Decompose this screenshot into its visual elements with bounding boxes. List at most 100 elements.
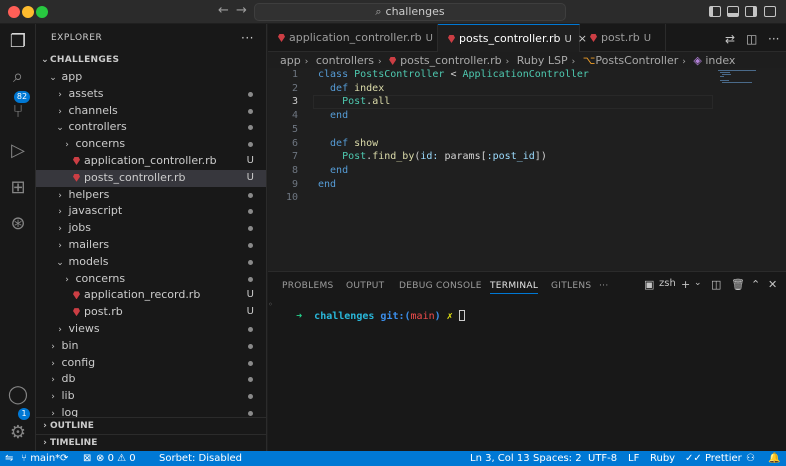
breadcrumb-item[interactable]: posts_controller.rb	[400, 54, 501, 67]
gitlens-icon[interactable]: ⊛	[6, 212, 30, 236]
toggle-panel-icon[interactable]	[727, 6, 739, 17]
run-debug-icon[interactable]: ▷	[6, 139, 30, 163]
modified-dot-icon	[248, 259, 253, 265]
problems-button[interactable]: ⊗ 0 ⚠ 0	[96, 451, 136, 466]
close-window-button[interactable]	[8, 6, 20, 18]
code-line: 8 end	[268, 164, 348, 178]
source-control-icon[interactable]: ⑂	[6, 100, 30, 124]
code-editor[interactable]: 1 class PostsController < ApplicationCont…	[268, 68, 786, 271]
folder-item[interactable]: ⌄ app	[36, 69, 266, 86]
modified-dot-icon	[248, 91, 253, 97]
folder-item[interactable]: › concerns	[36, 136, 266, 153]
cursor-position[interactable]: Ln 3, Col 13	[470, 451, 530, 466]
folder-item[interactable]: › db	[36, 371, 266, 388]
ruby-file-icon	[389, 57, 397, 65]
file-item[interactable]: application_controller.rb U	[36, 153, 266, 170]
trash-icon[interactable]: 🗑	[731, 278, 745, 291]
git-status-badge: U	[246, 171, 254, 183]
outline-section-header[interactable]: › OUTLINE	[36, 417, 267, 434]
folder-item[interactable]: › views	[36, 321, 266, 338]
tab-problems[interactable]: PROBLEMS	[282, 278, 334, 294]
timeline-section-header[interactable]: › TIMELINE	[36, 434, 267, 451]
compare-changes-icon[interactable]: ⇄	[725, 32, 735, 46]
ruby-file-icon	[73, 308, 80, 317]
copilot-icon[interactable]: ⚇	[746, 451, 755, 466]
folder-item[interactable]: › mailers	[36, 237, 266, 254]
folder-item[interactable]: › helpers	[36, 187, 266, 204]
chevron-down-icon[interactable]: ⌄	[694, 278, 702, 288]
search-icon[interactable]: ⌕	[6, 65, 30, 89]
folder-item[interactable]: ⌄ controllers	[36, 119, 266, 136]
git-branch-button[interactable]: ⑂ main*	[21, 451, 60, 466]
forward-arrow-icon[interactable]: →	[236, 3, 247, 18]
ruby-file-icon	[73, 173, 80, 182]
class-symbol-icon: ⌥	[582, 54, 596, 67]
more-actions-icon[interactable]: ···	[241, 24, 254, 52]
remote-icon[interactable]: ⇋	[5, 451, 13, 466]
split-editor-icon[interactable]: ◫	[746, 32, 757, 46]
more-tabs-icon[interactable]: ···	[599, 278, 608, 294]
eol-setting[interactable]: LF	[628, 451, 639, 466]
language-mode[interactable]: Ruby	[650, 451, 675, 466]
chevron-right-icon: ›	[65, 140, 69, 151]
tab-gitlens[interactable]: GITLENS	[551, 278, 591, 294]
folder-item[interactable]: › bin	[36, 338, 266, 355]
back-arrow-icon[interactable]: ←	[218, 3, 229, 18]
minimize-window-button[interactable]	[22, 6, 34, 18]
chevron-right-icon: ›	[51, 392, 55, 403]
manage-gear-icon[interactable]: ⚙	[6, 421, 30, 445]
prettier-status[interactable]: ✓✓ Prettier	[685, 451, 742, 466]
folder-item[interactable]: › javascript	[36, 203, 266, 220]
tab-terminal[interactable]: TERMINAL	[490, 278, 539, 294]
workspace-section-header[interactable]: ⌄CHALLENGES	[36, 52, 266, 69]
folder-item[interactable]: › lib	[36, 388, 266, 405]
breadcrumb-item[interactable]: app	[280, 54, 301, 67]
code-line: 1 class PostsController < ApplicationCont…	[268, 68, 589, 82]
terminal-shell-label[interactable]: zsh	[659, 278, 676, 289]
explorer-icon[interactable]: ❐	[6, 30, 30, 54]
folder-item[interactable]: › channels	[36, 103, 266, 120]
code-line: 2 def index	[268, 82, 384, 96]
encoding-setting[interactable]: UTF-8	[588, 451, 617, 466]
file-item[interactable]: post.rb U	[36, 304, 266, 321]
tab-debug-console[interactable]: DEBUG CONSOLE	[399, 278, 482, 294]
breadcrumb-item[interactable]: index	[705, 54, 735, 67]
split-terminal-icon[interactable]: ◫	[711, 278, 721, 291]
file-item[interactable]: posts_controller.rb U	[36, 169, 266, 187]
folder-item[interactable]: › concerns	[36, 271, 266, 288]
chevron-down-icon: ⌄	[41, 55, 49, 65]
breadcrumb-item[interactable]: Ruby LSP	[517, 54, 568, 67]
chevron-down-icon: ⌄	[56, 257, 64, 268]
maximize-panel-icon[interactable]: ⌃	[751, 278, 760, 291]
file-item[interactable]: application_record.rb U	[36, 287, 266, 304]
minimap[interactable]	[718, 70, 768, 83]
sorbet-status[interactable]: Sorbet: Disabled	[159, 451, 242, 466]
toggle-primary-sidebar-icon[interactable]	[709, 6, 721, 17]
tab-posts-controller[interactable]: posts_controller.rb U ×	[438, 24, 587, 52]
toggle-secondary-sidebar-icon[interactable]	[745, 6, 757, 17]
close-panel-icon[interactable]: ✕	[768, 278, 777, 291]
accounts-icon[interactable]: ◯	[6, 383, 30, 407]
maximize-window-button[interactable]	[36, 6, 48, 18]
tab-post-rb[interactable]: post.rb U	[580, 24, 666, 52]
extensions-icon[interactable]: ⊞	[6, 176, 30, 200]
folder-item[interactable]: › config	[36, 355, 266, 372]
breadcrumb-item[interactable]: PostsController	[595, 54, 678, 67]
tree-item-label: controllers	[68, 120, 127, 134]
breadcrumb-item[interactable]: controllers	[316, 54, 374, 67]
tree-item-label: db	[61, 372, 76, 386]
folder-item[interactable]: › jobs	[36, 220, 266, 237]
more-actions-icon[interactable]: ···	[768, 32, 779, 46]
folder-item[interactable]: › assets	[36, 86, 266, 103]
tab-output[interactable]: OUTPUT	[346, 278, 384, 294]
customize-layout-icon[interactable]	[764, 6, 776, 17]
notifications-bell-icon[interactable]: 🔔	[768, 451, 780, 466]
indentation-setting[interactable]: Spaces: 2	[533, 451, 582, 466]
folder-item[interactable]: ⌄ models	[36, 254, 266, 271]
terminal-prompt[interactable]: ➜ challenges git:(main) ✗	[272, 299, 465, 333]
ports-icon[interactable]: ⊠	[83, 451, 91, 466]
new-terminal-icon[interactable]: +	[681, 278, 690, 291]
command-center-search[interactable]: ⌕ challenges	[254, 3, 566, 21]
tab-application-controller[interactable]: application_controller.rb U	[268, 24, 438, 52]
sync-icon[interactable]: ⟳	[60, 451, 68, 466]
